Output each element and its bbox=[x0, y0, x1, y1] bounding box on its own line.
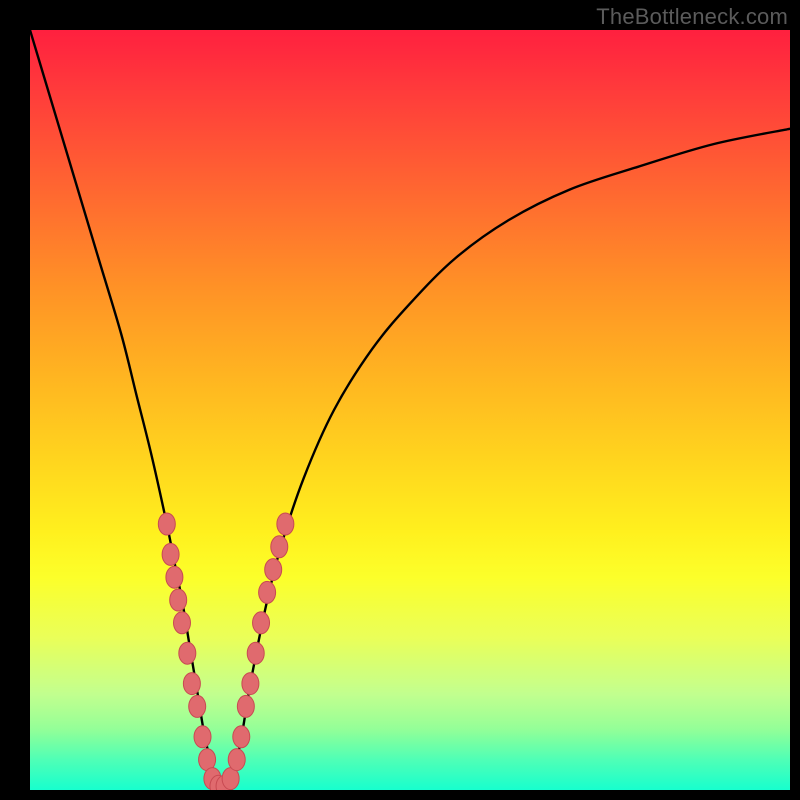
curve-marker bbox=[242, 673, 259, 695]
curve-marker bbox=[253, 612, 270, 634]
bottleneck-curve bbox=[30, 30, 790, 790]
curve-marker bbox=[174, 612, 191, 634]
curve-marker bbox=[247, 642, 264, 664]
plot-area bbox=[30, 30, 790, 790]
curve-marker bbox=[183, 673, 200, 695]
chart-frame: TheBottleneck.com bbox=[0, 0, 800, 800]
curve-marker bbox=[158, 513, 175, 535]
curve-marker bbox=[194, 726, 211, 748]
curve-marker bbox=[237, 695, 254, 717]
curve-marker bbox=[233, 726, 250, 748]
curve-marker bbox=[170, 589, 187, 611]
curve-marker bbox=[189, 695, 206, 717]
curve-marker bbox=[277, 513, 294, 535]
curve-marker bbox=[271, 536, 288, 558]
curve-marker bbox=[228, 749, 245, 771]
curve-marker bbox=[162, 543, 179, 565]
marker-group bbox=[158, 513, 294, 790]
curve-marker bbox=[259, 581, 276, 603]
curve-marker bbox=[166, 566, 183, 588]
curve-marker bbox=[179, 642, 196, 664]
watermark-text: TheBottleneck.com bbox=[596, 4, 788, 30]
curve-marker bbox=[265, 559, 282, 581]
chart-svg bbox=[30, 30, 790, 790]
